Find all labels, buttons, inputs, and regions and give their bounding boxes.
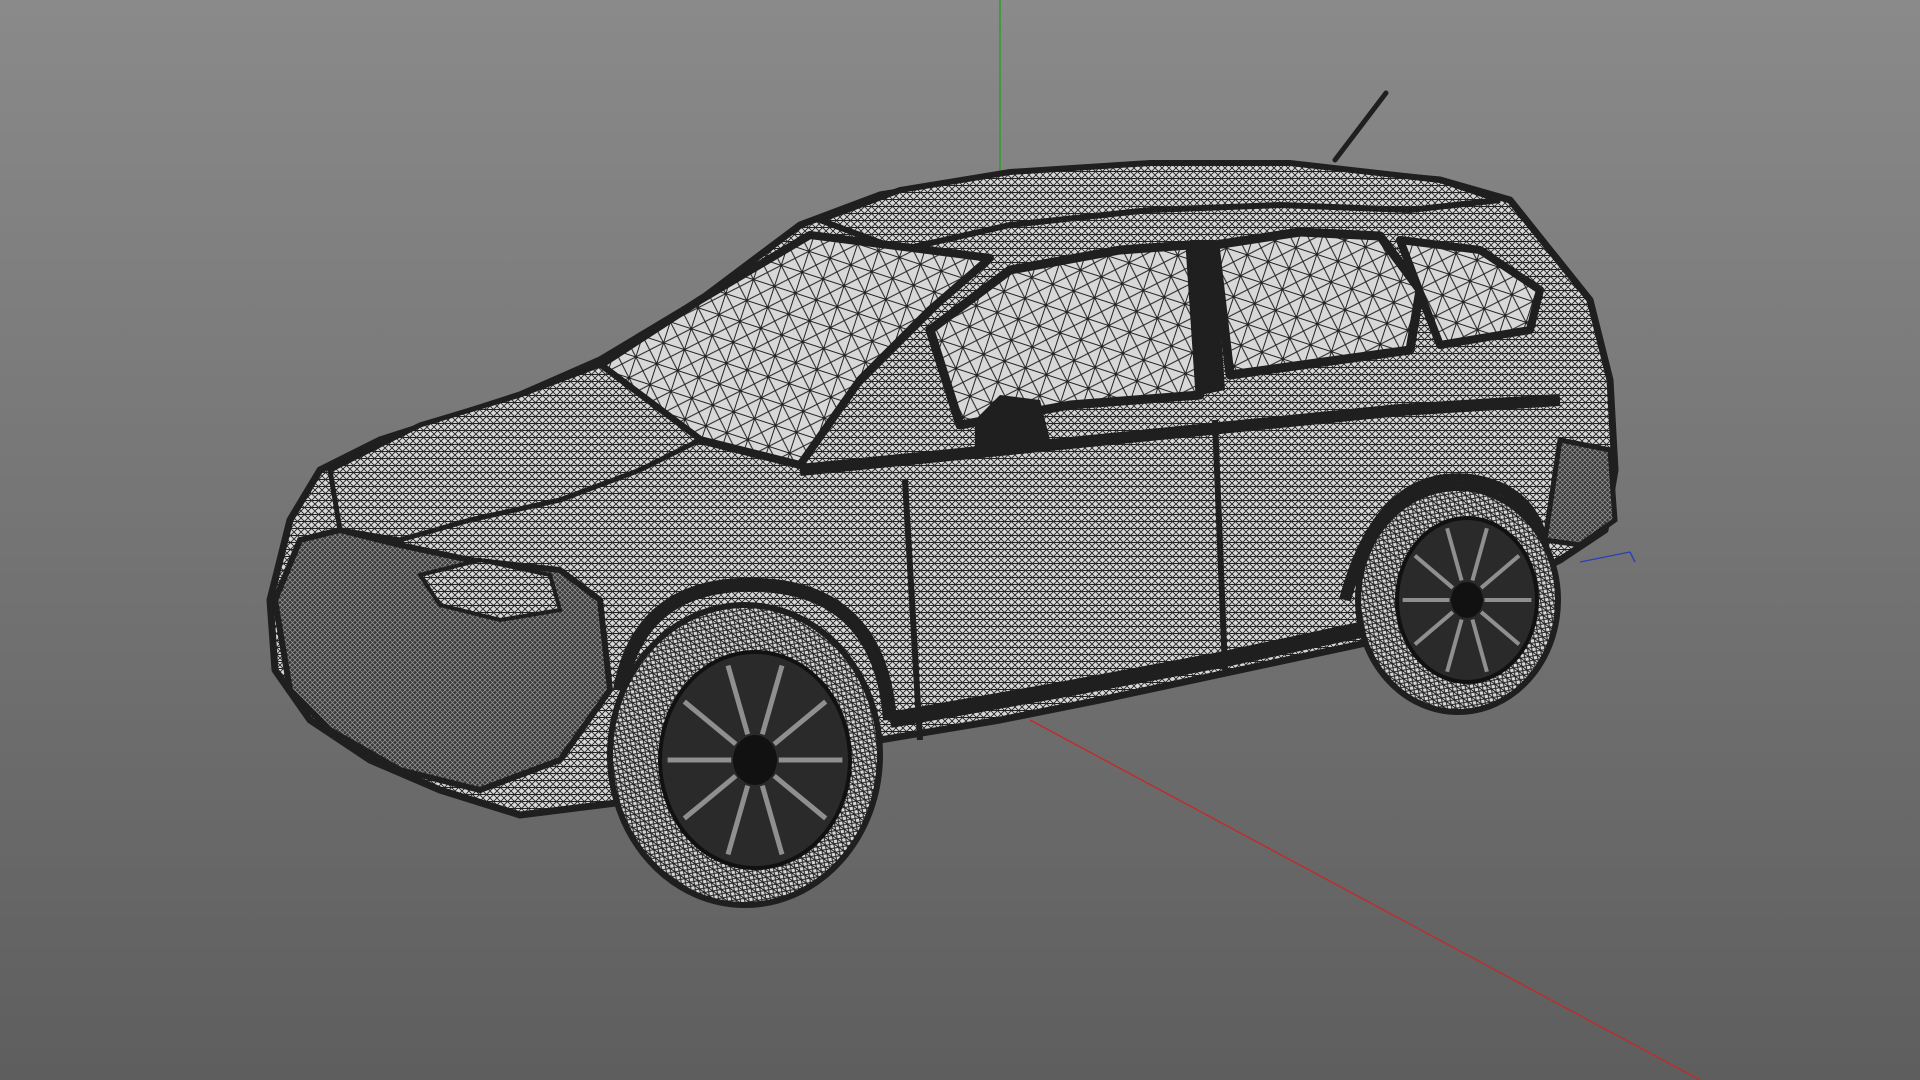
viewport-canvas[interactable] <box>0 0 1920 1080</box>
3d-viewport[interactable] <box>0 0 1920 1080</box>
rear-bumper <box>1542 437 1618 548</box>
rear-wheel <box>1355 485 1561 715</box>
front-wheel <box>607 602 883 908</box>
rear-side-window <box>1210 227 1425 380</box>
